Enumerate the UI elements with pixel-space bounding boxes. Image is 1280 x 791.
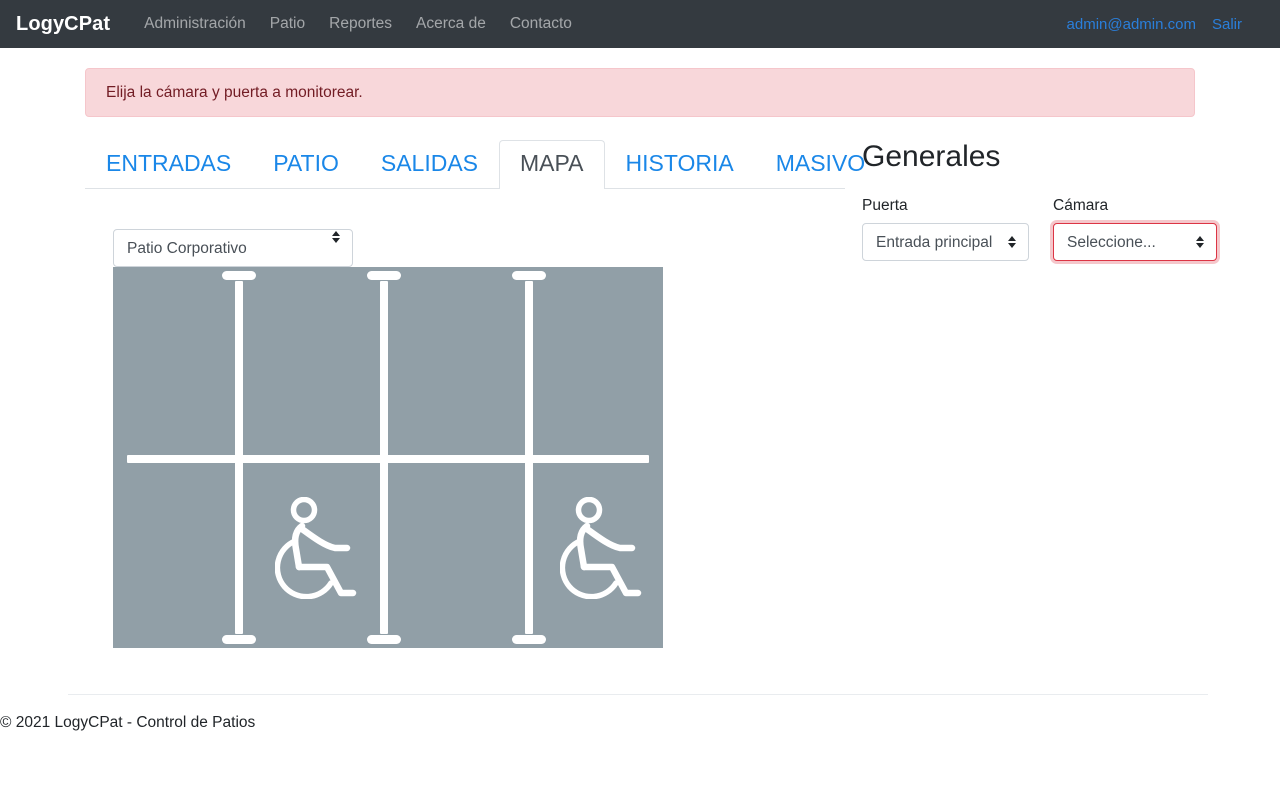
left-column: ENTRADAS PATIO SALIDAS MAPA HISTORIA MAS… <box>85 133 865 648</box>
footer-copyright: © 2021 LogyCPat - Control de Patios <box>0 714 256 731</box>
puerta-label: Puerta <box>862 197 908 214</box>
generales-fields: Puerta Entrada principal Cámara Seleccio… <box>862 197 1217 261</box>
footer-divider <box>68 694 1208 695</box>
puerta-select[interactable]: Entrada principal <box>862 223 1029 261</box>
nav-item-reportes[interactable]: Reportes <box>317 11 404 37</box>
tab-bar: ENTRADAS PATIO SALIDAS MAPA HISTORIA MAS… <box>85 133 865 189</box>
camara-select-wrapper: Seleccione... <box>1053 223 1217 261</box>
logout-link[interactable]: Salir <box>1204 12 1250 37</box>
tab-patio[interactable]: PATIO <box>252 140 360 189</box>
camara-label: Cámara <box>1053 197 1109 214</box>
user-email-link[interactable]: admin@admin.com <box>1059 12 1204 37</box>
map-divider-cap-bottom-1 <box>222 635 256 644</box>
top-navbar: LogyCPat Administración Patio Reportes A… <box>0 0 1280 48</box>
content-row: ENTRADAS PATIO SALIDAS MAPA HISTORIA MAS… <box>85 133 1217 648</box>
alert-message: Elija la cámara y puerta a monitorear. <box>106 83 363 101</box>
tab-historia[interactable]: HISTORIA <box>605 140 755 189</box>
map-divider-cap-top-3 <box>512 271 546 280</box>
right-column: Generales Puerta Entrada principal Cámar <box>845 133 1217 648</box>
nav-item-acerca-de[interactable]: Acerca de <box>404 11 498 37</box>
puerta-select-wrapper: Entrada principal <box>862 223 1029 261</box>
map-aisle-line <box>127 455 649 463</box>
puerta-field: Puerta Entrada principal <box>862 197 1029 261</box>
nav-item-contacto[interactable]: Contacto <box>498 11 584 37</box>
panel-title: Generales <box>862 140 1001 173</box>
tab-masivo[interactable]: MASIVO <box>755 140 886 189</box>
camara-select[interactable]: Seleccione... <box>1053 223 1217 261</box>
nav-item-patio[interactable]: Patio <box>258 11 317 37</box>
map-divider-cap-top-1 <box>222 271 256 280</box>
page-container: Elija la cámara y puerta a monitorear. E… <box>70 68 1217 648</box>
tab-entradas[interactable]: ENTRADAS <box>85 140 252 189</box>
alert-banner: Elija la cámara y puerta a monitorear. <box>85 68 1195 117</box>
map-divider-cap-top-2 <box>367 271 401 280</box>
wheelchair-accessible-icon-2 <box>560 497 642 599</box>
primary-nav: Administración Patio Reportes Acerca de … <box>132 11 584 37</box>
map-divider-cap-bottom-2 <box>367 635 401 644</box>
parking-map-image[interactable] <box>113 267 663 648</box>
tab-salidas[interactable]: SALIDAS <box>360 140 499 189</box>
map-divider-line-2 <box>367 271 401 644</box>
wheelchair-accessible-icon-1 <box>275 497 357 599</box>
tab-mapa[interactable]: MAPA <box>499 140 605 189</box>
user-nav: admin@admin.com Salir <box>1059 12 1264 37</box>
patio-select[interactable]: Patio Corporativo <box>113 229 353 267</box>
map-divider-line-1 <box>222 271 256 644</box>
map-divider-cap-bottom-3 <box>512 635 546 644</box>
map-divider-line-3 <box>512 271 546 644</box>
nav-item-administracion[interactable]: Administración <box>132 11 258 37</box>
patio-select-wrapper: Patio Corporativo <box>113 206 353 267</box>
brand-logo[interactable]: LogyCPat <box>16 13 110 36</box>
map-panel: Patio Corporativo <box>85 206 845 648</box>
camara-field: Cámara Seleccione... <box>1053 197 1217 261</box>
